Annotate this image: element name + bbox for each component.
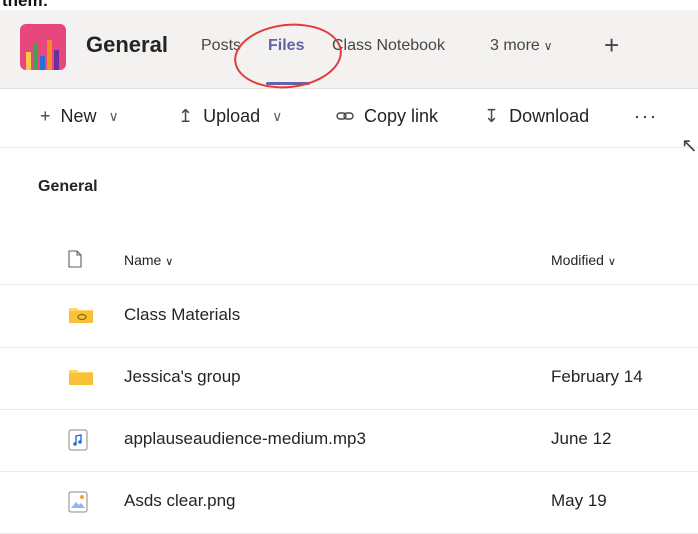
breadcrumb[interactable]: General	[38, 178, 98, 196]
image-file-icon	[68, 491, 88, 513]
chevron-down-icon: ∨	[165, 256, 174, 268]
column-name-label: Name	[124, 252, 162, 268]
link-icon	[336, 106, 354, 127]
team-avatar[interactable]	[20, 24, 66, 70]
tab-more[interactable]: 3 more ∨	[490, 37, 553, 55]
file-name[interactable]: applauseaudience-medium.mp3	[124, 429, 366, 449]
list-item[interactable]: applauseaudience-medium.mp3 June 12	[0, 409, 698, 472]
mouse-cursor-icon: ↖	[681, 135, 698, 157]
shared-folder-icon	[69, 308, 93, 323]
file-name[interactable]: Asds clear.png	[124, 491, 236, 511]
download-label: Download	[509, 106, 590, 126]
download-icon: ↧	[484, 106, 500, 126]
add-tab-icon[interactable]: +	[604, 30, 619, 61]
modified-date: May 19	[551, 491, 607, 510]
channel-header: General Posts Files Class Notebook 3 mor…	[0, 10, 698, 94]
copy-link-label: Copy link	[364, 106, 439, 126]
link-svg	[336, 112, 354, 120]
modified-date: June 12	[551, 429, 612, 448]
upload-icon: ↥	[178, 106, 194, 126]
command-bar: + New ∨ ↥ Upload ∨ Copy link ↧ Download …	[0, 89, 698, 148]
folder-icon	[69, 370, 93, 385]
new-button[interactable]: + New ∨	[40, 106, 119, 127]
list-item[interactable]: Class Materials	[0, 285, 698, 348]
chevron-down-icon: ∨	[543, 39, 553, 53]
list-header: Name ∨ Modified ∨	[0, 236, 698, 285]
upload-button[interactable]: ↥ Upload ∨	[178, 106, 282, 127]
upload-label: Upload	[203, 106, 261, 126]
plus-icon: +	[40, 106, 51, 126]
audio-file-icon	[68, 429, 88, 451]
column-header-modified[interactable]: Modified ∨	[551, 252, 616, 268]
list-item[interactable]: Jessica's group February 14	[0, 347, 698, 410]
cropped-caption: them:	[0, 0, 698, 10]
file-name[interactable]: Jessica's group	[124, 367, 241, 387]
list-item[interactable]: Asds clear.png May 19	[0, 471, 698, 534]
download-button[interactable]: ↧ Download	[484, 106, 589, 127]
new-label: New	[60, 106, 97, 126]
tab-class-notebook[interactable]: Class Notebook	[332, 37, 445, 55]
caption-text: them:	[2, 0, 49, 10]
tab-more-label: 3 more	[490, 37, 540, 54]
chevron-down-icon: ∨	[108, 108, 119, 124]
more-options-icon[interactable]: ···	[634, 106, 658, 127]
copy-link-button[interactable]: Copy link	[336, 106, 438, 127]
chevron-down-icon: ∨	[272, 108, 283, 124]
annotation-circle	[230, 18, 346, 94]
chevron-down-icon: ∨	[607, 256, 616, 268]
column-modified-label: Modified	[551, 252, 604, 268]
modified-date: February 14	[551, 367, 643, 386]
column-header-name[interactable]: Name ∨	[124, 252, 173, 268]
channel-name: General	[86, 32, 168, 57]
file-type-icon	[68, 250, 82, 268]
file-name[interactable]: Class Materials	[124, 305, 240, 325]
